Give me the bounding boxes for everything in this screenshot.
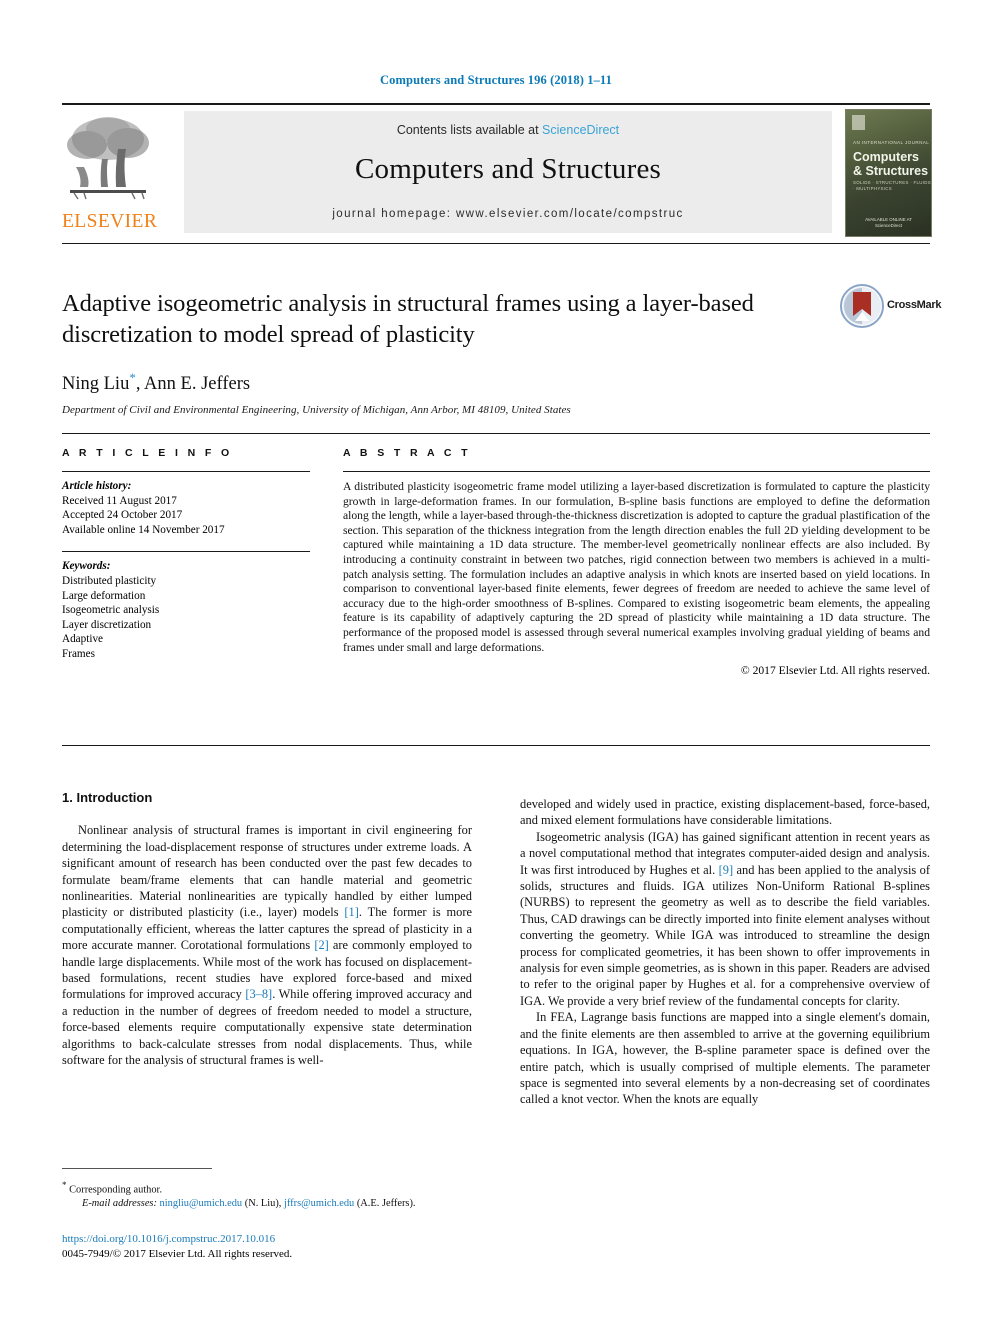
cover-emblem-icon bbox=[852, 115, 865, 130]
corresponding-note-text: Corresponding author. bbox=[69, 1184, 163, 1196]
cover-kicker: AN INTERNATIONAL JOURNAL bbox=[853, 140, 930, 145]
keyword-item: Large deformation bbox=[62, 589, 146, 602]
body-column-right: developed and widely used in practice, e… bbox=[520, 796, 930, 1108]
footnote-divider bbox=[62, 1168, 212, 1169]
doi-link[interactable]: https://doi.org/10.1016/j.compstruc.2017… bbox=[62, 1232, 492, 1247]
keywords-label: Keywords: bbox=[62, 560, 111, 573]
history-item: Available online 14 November 2017 bbox=[62, 523, 225, 536]
left-paragraphs: Nonlinear analysis of structural frames … bbox=[62, 822, 472, 1068]
section-heading-introduction: 1. Introduction bbox=[62, 790, 153, 805]
keyword-item: Distributed plasticity bbox=[62, 574, 157, 587]
journal-cover-thumbnail: AN INTERNATIONAL JOURNAL Computers & Str… bbox=[845, 109, 932, 237]
author-rest: , Ann E. Jeffers bbox=[135, 374, 251, 395]
sciencedirect-banner: Contents lists available at ScienceDirec… bbox=[184, 111, 832, 233]
cover-title-line1: Computers bbox=[853, 150, 919, 164]
abstract-text: A distributed plasticity isogeometric fr… bbox=[343, 480, 930, 654]
footnotes: * Corresponding author. E-mail addresses… bbox=[62, 1178, 482, 1211]
email-label: E-mail addresses: bbox=[82, 1198, 157, 1210]
body-paragraph: Isogeometric analysis (IGA) has gained s… bbox=[520, 829, 930, 1009]
cover-title-line2: & Structures bbox=[853, 164, 929, 178]
abstract-copyright: © 2017 Elsevier Ltd. All rights reserved… bbox=[740, 664, 930, 678]
body-paragraph: developed and widely used in practice, e… bbox=[520, 796, 930, 829]
article-history-label: Article history: bbox=[62, 480, 132, 492]
email-owner-2: (A.E. Jeffers). bbox=[354, 1198, 416, 1210]
contents-line: Contents lists available at ScienceDirec… bbox=[184, 123, 832, 137]
keywords-group: Keywords: Distributed plasticity Large d… bbox=[62, 552, 310, 661]
page-title: Adaptive isogeometric analysis in struct… bbox=[62, 290, 754, 348]
article-info-heading: A R T I C L E I N F O bbox=[62, 447, 233, 459]
history-item: Received 11 August 2017 bbox=[62, 494, 177, 507]
contents-prefix: Contents lists available at bbox=[396, 123, 543, 137]
paragraph-text: and has been applied to the analysis of … bbox=[520, 862, 930, 1008]
email-note: E-mail addresses: ningliu@umich.edu (N. … bbox=[62, 1197, 482, 1211]
abstract-heading: A B S T R A C T bbox=[343, 447, 471, 459]
citation-link[interactable]: [2] bbox=[314, 938, 328, 952]
elsevier-wordmark: ELSEVIER bbox=[62, 211, 158, 232]
email-link-2[interactable]: jffrs@umich.edu bbox=[284, 1198, 354, 1209]
cover-subtitle: SOLIDS · STRUCTURES · FLUIDS · MULTIPHYS… bbox=[853, 180, 931, 191]
keyword-item: Layer discretization bbox=[62, 618, 152, 631]
crossmark-icon bbox=[840, 284, 884, 328]
keyword-item: Frames bbox=[62, 647, 95, 660]
author-primary: Ning Liu bbox=[62, 374, 130, 395]
history-item: Accepted 24 October 2017 bbox=[62, 509, 183, 522]
citation-link[interactable]: [9] bbox=[719, 863, 733, 877]
crossmark-label: CrossMark bbox=[887, 299, 942, 311]
right-paragraphs: developed and widely used in practice, e… bbox=[520, 796, 930, 1108]
journal-homepage[interactable]: journal homepage: www.elsevier.com/locat… bbox=[184, 208, 832, 220]
email-link-1[interactable]: ningliu@umich.edu bbox=[160, 1198, 243, 1209]
article-info-column: A R T I C L E I N F O Article history: R… bbox=[62, 447, 310, 662]
email-owner-1: (N. Liu), bbox=[242, 1198, 284, 1210]
keyword-item: Adaptive bbox=[62, 633, 104, 646]
sciencedirect-link[interactable]: ScienceDirect bbox=[542, 123, 619, 137]
masthead-divider bbox=[62, 243, 930, 244]
issn-copyright: 0045-7949/© 2017 Elsevier Ltd. All right… bbox=[62, 1247, 293, 1260]
author-list: Ning Liu*, Ann E. Jeffers bbox=[62, 370, 930, 395]
affiliation: Department of Civil and Environmental En… bbox=[62, 404, 571, 417]
abstract-column: A B S T R A C T A distributed plasticity… bbox=[343, 447, 930, 677]
journal-masthead: ELSEVIER Contents lists available at Sci… bbox=[62, 103, 932, 237]
keyword-item: Isogeometric analysis bbox=[62, 604, 160, 617]
paper-page: Computers and Structures 196 (2018) 1–11 bbox=[0, 0, 992, 1323]
title-block: Adaptive isogeometric analysis in struct… bbox=[62, 284, 941, 417]
elsevier-tree-logo: ELSEVIER bbox=[62, 111, 158, 235]
citation-link[interactable]: [1] bbox=[344, 905, 358, 919]
article-history-group: Article history: Received 11 August 2017… bbox=[62, 472, 310, 537]
paragraph-text: In FEA, Lagrange basis functions are map… bbox=[520, 1010, 930, 1107]
body-paragraph: Nonlinear analysis of structural frames … bbox=[62, 822, 472, 1068]
citation-link[interactable]: [3–8] bbox=[245, 987, 272, 1001]
corresponding-author-note: * Corresponding author. bbox=[62, 1178, 482, 1197]
paragraph-text: developed and widely used in practice, e… bbox=[520, 797, 930, 828]
doi-block: https://doi.org/10.1016/j.compstruc.2017… bbox=[62, 1232, 492, 1261]
cover-title: Computers & Structures bbox=[853, 150, 928, 178]
running-head: Computers and Structures 196 (2018) 1–11 bbox=[380, 73, 612, 87]
cover-footer-line2: ScienceDirect bbox=[874, 223, 903, 228]
cover-footer: AVAILABLE ONLINE AT ScienceDirect bbox=[846, 217, 931, 229]
body-column-left: 1. Introduction Nonlinear analysis of st… bbox=[62, 790, 472, 1069]
body-paragraph: In FEA, Lagrange basis functions are map… bbox=[520, 1009, 930, 1107]
crossmark-badge[interactable]: CrossMark bbox=[840, 284, 941, 330]
info-bottom-divider bbox=[62, 745, 930, 746]
corresponding-note-marker: * bbox=[62, 1180, 67, 1190]
info-top-divider bbox=[62, 433, 930, 434]
journal-title: Computers and Structures bbox=[354, 153, 662, 185]
